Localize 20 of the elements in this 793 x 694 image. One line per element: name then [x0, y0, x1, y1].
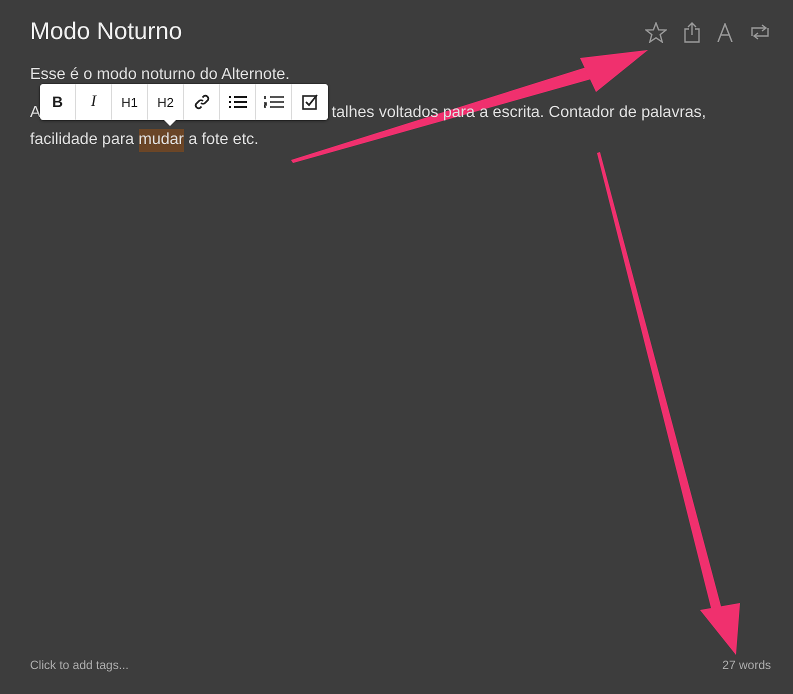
paragraph-text: facilidade para — [30, 131, 136, 148]
checkbox-icon — [302, 94, 318, 110]
numbered-list-icon — [264, 95, 284, 109]
heading-button[interactable]: H2 — [148, 84, 184, 120]
paragraph-text: A — [30, 104, 41, 121]
italic-button[interactable]: I — [76, 84, 112, 120]
paragraph-text: a fote etc. — [187, 131, 259, 148]
heading-button[interactable]: H1 — [112, 84, 148, 120]
font-icon[interactable] — [717, 22, 733, 42]
bullet-list-icon — [228, 95, 246, 109]
tags-field[interactable]: Click to add tags... — [30, 658, 129, 672]
star-icon[interactable] — [645, 22, 667, 42]
bold-button[interactable]: B — [40, 84, 76, 120]
link-icon — [192, 93, 210, 111]
paragraph-text: mudar — [138, 129, 184, 152]
paragraph: Esse é o modo noturno do Alternote. — [30, 66, 291, 84]
fullscreen-icon[interactable] — [749, 22, 771, 42]
word-count: 27 words — [722, 658, 771, 672]
note-title: Modo Noturno — [30, 18, 182, 46]
share-icon[interactable] — [683, 21, 701, 43]
